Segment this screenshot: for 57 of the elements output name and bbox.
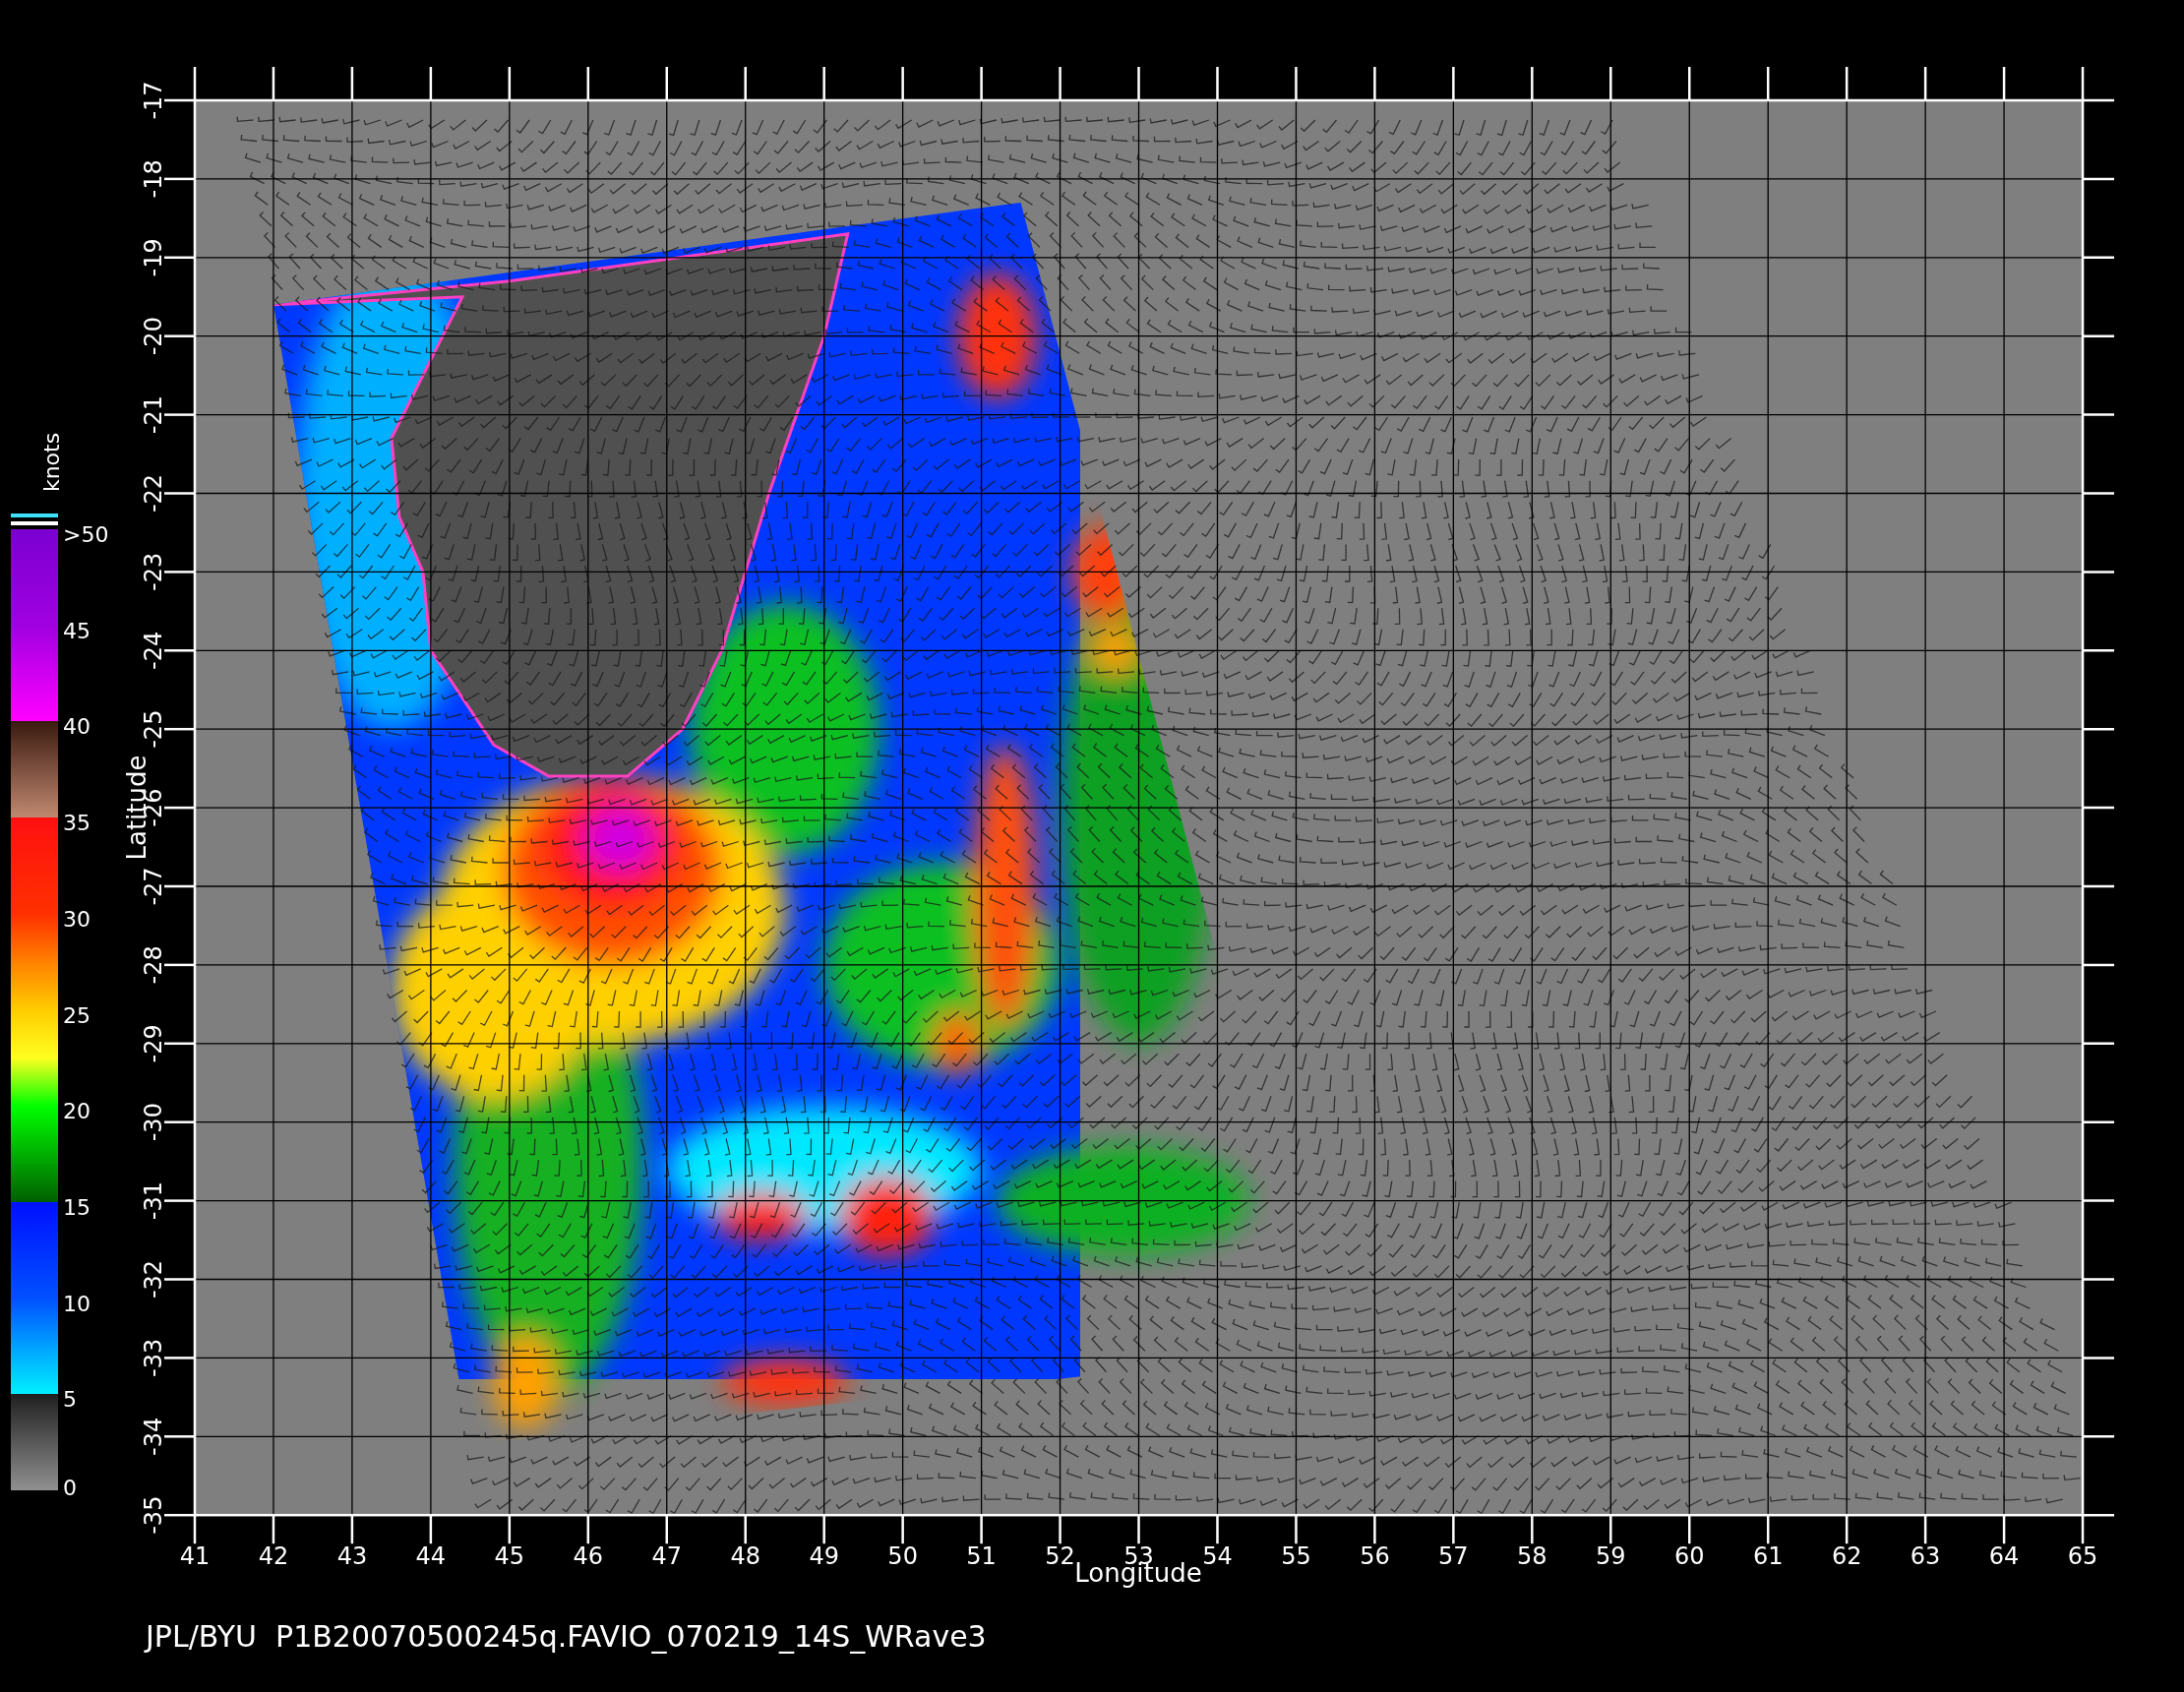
longitude-tick-label: 56 xyxy=(1360,1542,1390,1570)
longitude-tick-label: 44 xyxy=(415,1542,447,1570)
longitude-tick-label: 65 xyxy=(2067,1542,2098,1570)
longitude-tick-label: 42 xyxy=(258,1542,289,1570)
latitude-tick-label: -20 xyxy=(140,317,167,356)
longitude-tick-label: 50 xyxy=(887,1542,918,1570)
longitude-tick-label: 60 xyxy=(1673,1542,1705,1570)
latitude-tick-label: -29 xyxy=(140,1024,167,1063)
color-scale-label: 20 xyxy=(63,1099,91,1124)
color-scale-label: 5 xyxy=(63,1387,77,1413)
color-bar-stripe xyxy=(11,521,58,525)
longitude-tick-label: 43 xyxy=(336,1542,368,1570)
latitude-tick-label: -18 xyxy=(140,159,167,199)
latitude-tick-label: -31 xyxy=(140,1181,167,1221)
longitude-tick-label: 62 xyxy=(1831,1542,1862,1570)
longitude-tick-label: 61 xyxy=(1752,1542,1784,1570)
color-scale-label: 30 xyxy=(63,906,91,932)
longitude-tick-label: 46 xyxy=(573,1542,604,1570)
latitude-tick-label: -22 xyxy=(140,473,167,514)
color-scale-label: 35 xyxy=(63,811,91,836)
latitude-tick-label: -24 xyxy=(140,631,167,670)
latitude-tick-label: -21 xyxy=(140,395,167,435)
longitude-tick-label: 63 xyxy=(1910,1542,1941,1570)
color-scale-label: 40 xyxy=(63,714,91,740)
latitude-tick-label: -25 xyxy=(140,709,167,749)
color-scale-label: >50 xyxy=(63,522,109,547)
latitude-tick-label: -17 xyxy=(140,81,167,120)
longitude-tick-label: 54 xyxy=(1202,1542,1233,1570)
latitude-tick-label: -35 xyxy=(140,1495,167,1535)
color-scale-unit: knots xyxy=(39,432,64,493)
color-scale-label: 10 xyxy=(63,1291,91,1316)
latitude-tick-label: -34 xyxy=(140,1417,167,1456)
longitude-tick-label: 52 xyxy=(1045,1542,1075,1570)
color-scale-label: 0 xyxy=(63,1476,77,1500)
latitude-tick-label: -33 xyxy=(140,1338,167,1377)
plot-caption: JPL/BYU P1B20070500245q.FAVIO_070219_14S_WRave3 xyxy=(146,1619,987,1654)
latitude-tick-label: -27 xyxy=(140,867,167,906)
latitude-tick-label: -28 xyxy=(140,945,167,985)
longitude-tick-label: 57 xyxy=(1438,1542,1469,1570)
latitude-tick-label: -23 xyxy=(140,552,167,591)
longitude-tick-label: 55 xyxy=(1281,1542,1311,1570)
longitude-tick-label: 48 xyxy=(730,1542,760,1570)
longitude-tick-label: 47 xyxy=(651,1542,683,1570)
longitude-tick-label: 51 xyxy=(966,1542,997,1570)
latitude-tick-label: -19 xyxy=(140,238,167,277)
longitude-tick-label: 58 xyxy=(1517,1542,1547,1570)
color-scale-label: 15 xyxy=(63,1194,91,1220)
color-scale-label: 45 xyxy=(63,618,91,643)
color-bar-stripe xyxy=(11,514,58,517)
longitude-tick-label: 49 xyxy=(809,1542,839,1570)
latitude-tick-label: -32 xyxy=(140,1259,167,1299)
latitude-tick-label: -30 xyxy=(140,1103,167,1142)
color-scale-label: 25 xyxy=(63,1002,91,1028)
longitude-tick-label: 64 xyxy=(1988,1542,2020,1570)
longitude-tick-label: 45 xyxy=(494,1542,525,1570)
longitude-tick-label: 59 xyxy=(1596,1542,1626,1570)
longitude-tick-label: 41 xyxy=(179,1542,211,1570)
